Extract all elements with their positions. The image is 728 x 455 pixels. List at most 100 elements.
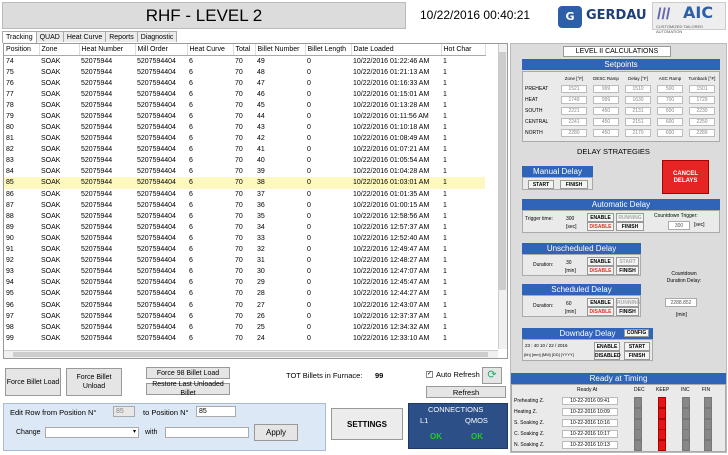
setpoint-value-field[interactable]: 2230 <box>689 107 715 115</box>
table-row[interactable]: 82 SOAK 52075944 5207594404 6 70 41 0 10/22/2016… <box>4 144 485 155</box>
cancel-delays-button[interactable]: CANCEL DELAYS <box>662 160 709 194</box>
table-row[interactable]: 95 SOAK 52075944 5207594404 6 70 28 0 10/22/2016… <box>4 288 485 299</box>
setpoint-value-field[interactable]: 2151 <box>625 118 651 126</box>
setpoint-value-field[interactable]: 1749 <box>561 96 587 104</box>
automatic-delay-enable-button[interactable]: ENABLE <box>587 213 614 222</box>
setpoint-value-field[interactable]: 2241 <box>561 118 587 126</box>
table-horizontal-scroll-thumb[interactable] <box>13 352 488 357</box>
setpoint-value-field[interactable]: 1510 <box>625 85 651 93</box>
setpoint-value-field[interactable]: 1521 <box>561 85 587 93</box>
setpoint-value-field[interactable]: 1630 <box>625 96 651 104</box>
setpoint-value-field[interactable]: 500 <box>657 85 683 93</box>
setpoint-value-field[interactable]: 700 <box>657 96 683 104</box>
force-98-billet-load-button[interactable]: Force 98 Billet Load <box>146 367 230 379</box>
setpoint-value-field[interactable]: 450 <box>593 129 619 137</box>
unscheduled-delay-enable-button[interactable]: ENABLE <box>587 257 614 266</box>
manual-delay-start-button[interactable]: START <box>528 180 554 189</box>
column-header[interactable]: Billet Length <box>305 44 352 56</box>
setpoint-value-field[interactable]: 600 <box>657 118 683 126</box>
table-cell: SOAK <box>41 334 61 342</box>
downday-finish-button[interactable]: FINISH <box>624 351 650 360</box>
setpoint-value-field[interactable]: 999 <box>593 85 619 93</box>
downday-config-button[interactable]: CONFIG <box>624 329 649 337</box>
setpoint-value-field[interactable]: 2280 <box>561 129 587 137</box>
table-row[interactable]: 85 SOAK 52075944 5207594404 6 70 38 0 10/22/2016… <box>4 177 485 189</box>
change-field-select[interactable]: ▾ <box>45 427 139 438</box>
scheduled-delay-enable-button[interactable]: ENABLE <box>587 298 614 307</box>
apply-button[interactable]: Apply <box>254 424 298 441</box>
unscheduled-delay-start-button[interactable]: START <box>616 257 639 266</box>
column-header[interactable]: Heat Number <box>79 44 136 56</box>
table-row[interactable]: 89 SOAK 52075944 5207594404 6 70 34 0 10/22/2016… <box>4 222 485 233</box>
table-row[interactable]: 96 SOAK 52075944 5207594404 6 70 27 0 10/22/2016… <box>4 299 485 310</box>
table-row[interactable]: 92 SOAK 52075944 5207594404 6 70 31 0 10/22/2016… <box>4 255 485 266</box>
table-vertical-scroll-thumb[interactable] <box>499 52 506 290</box>
restore-last-unloaded-billet-button[interactable]: Restore Last Unloaded Billet <box>146 381 230 397</box>
table-row[interactable]: 94 SOAK 52075944 5207594404 6 70 29 0 10/22/2016… <box>4 277 485 288</box>
setpoint-value-field[interactable]: 600 <box>657 129 683 137</box>
column-header[interactable]: Position <box>4 44 40 56</box>
downday-enable-button[interactable]: ENABLE <box>594 342 620 351</box>
setpoint-value-field[interactable]: 600 <box>657 107 683 115</box>
downday-start-button[interactable]: START <box>624 342 650 351</box>
setpoint-value-field[interactable]: 1501 <box>689 85 715 93</box>
setpoint-value-field[interactable]: 2131 <box>625 107 651 115</box>
refresh-button[interactable]: Refresh <box>426 386 506 398</box>
setpoint-value-field[interactable]: 2250 <box>689 118 715 126</box>
setpoint-value-field[interactable]: 450 <box>593 118 619 126</box>
table-row[interactable]: 74 SOAK 52075944 5207594404 6 70 49 0 10/22/2016… <box>4 55 485 67</box>
table-row[interactable]: 78 SOAK 52075944 5207594404 6 70 45 0 10/22/2016… <box>4 100 485 111</box>
force-billet-unload-button[interactable]: Force Billet Unload <box>66 368 122 396</box>
column-header[interactable]: Mill Order <box>135 44 188 56</box>
table-row[interactable]: 77 SOAK 52075944 5207594404 6 70 46 0 10/22/2016… <box>4 89 485 100</box>
table-row[interactable]: 90 SOAK 52075944 5207594404 6 70 33 0 10/22/2016… <box>4 233 485 244</box>
table-row[interactable]: 99 SOAK 52075944 5207594404 6 70 24 0 10/22/2016… <box>4 333 485 344</box>
table-row[interactable]: 75 SOAK 52075944 5207594404 6 70 48 0 10/22/2016… <box>4 67 485 78</box>
table-row[interactable]: 84 SOAK 52075944 5207594404 6 70 39 0 10/22/2016… <box>4 166 485 177</box>
table-row[interactable]: 81 SOAK 52075944 5207594404 6 70 42 0 10/22/2016… <box>4 133 485 144</box>
table-row[interactable]: 80 SOAK 52075944 5207594404 6 70 43 0 10/22/2016… <box>4 122 485 133</box>
column-header[interactable]: Total <box>233 44 256 56</box>
setpoint-value-field[interactable]: 2170 <box>625 129 651 137</box>
tab-quad[interactable]: QUAD <box>35 31 64 42</box>
tab-tracking[interactable]: Tracking <box>2 31 37 43</box>
edit-to-position-input[interactable]: 85 <box>196 406 236 417</box>
column-header[interactable]: Hot Char <box>441 44 486 56</box>
downday-datetime-input[interactable]: 23 : 40 10 / 22 / 2016 <box>525 343 568 348</box>
unscheduled-delay-disable-button[interactable]: DISABLE <box>587 266 614 275</box>
automatic-delay-finish-button[interactable]: FINISH <box>616 222 644 231</box>
automatic-delay-disable-button[interactable]: DISABLE <box>587 222 614 231</box>
table-row[interactable]: 97 SOAK 52075944 5207594404 6 70 26 0 10/22/2016… <box>4 311 485 322</box>
unscheduled-delay-finish-button[interactable]: FINISH <box>616 266 639 275</box>
tab-heat-curve[interactable]: Heat Curve <box>62 31 107 42</box>
table-row[interactable]: 83 SOAK 52075944 5207594404 6 70 40 0 10/22/2016… <box>4 155 485 166</box>
tab-diagnostic[interactable]: Diagnostic <box>136 31 178 42</box>
setpoint-value-field[interactable]: 2289 <box>689 129 715 137</box>
table-row[interactable]: 93 SOAK 52075944 5207594404 6 70 30 0 10/22/2016… <box>4 266 485 277</box>
settings-button[interactable]: SETTINGS <box>331 408 403 440</box>
setpoint-value-field[interactable]: 999 <box>593 96 619 104</box>
table-row[interactable]: 79 SOAK 52075944 5207594404 6 70 44 0 10/22/2016… <box>4 111 485 122</box>
column-header[interactable]: Heat Curve <box>187 44 234 56</box>
column-header[interactable]: Billet Number <box>255 44 306 56</box>
table-row[interactable]: 88 SOAK 52075944 5207594404 6 70 35 0 10/22/2016… <box>4 211 485 222</box>
setpoint-value-field[interactable]: 1729 <box>689 96 715 104</box>
setpoint-value-field[interactable]: 450 <box>593 107 619 115</box>
with-value-input[interactable] <box>165 427 249 438</box>
scheduled-delay-finish-button[interactable]: FINISH <box>616 307 639 316</box>
table-row[interactable]: 87 SOAK 52075944 5207594404 6 70 36 0 10/22/2016… <box>4 200 485 211</box>
force-billet-load-button[interactable]: Force Billet Load <box>5 368 61 396</box>
edit-from-position-input[interactable]: 85 <box>113 406 135 417</box>
column-header[interactable]: Zone <box>39 44 80 56</box>
scheduled-delay-disable-button[interactable]: DISABLE <box>587 307 614 316</box>
table-row[interactable]: 76 SOAK 52075944 5207594404 6 70 47 0 10/22/2016… <box>4 78 485 89</box>
table-row[interactable]: 98 SOAK 52075944 5207594404 6 70 25 0 10/22/2016… <box>4 322 485 333</box>
setpoint-value-field[interactable]: 2221 <box>561 107 587 115</box>
table-row[interactable]: 86 SOAK 52075944 5207594404 6 70 37 0 10/22/2016… <box>4 189 485 200</box>
tab-reports[interactable]: Reports <box>105 31 138 42</box>
table-row[interactable]: 91 SOAK 52075944 5207594404 6 70 32 0 10/22/2016… <box>4 244 485 255</box>
column-header[interactable]: Date Loaded <box>351 44 442 56</box>
refresh-icon[interactable]: ⟳ <box>482 367 502 384</box>
manual-delay-finish-button[interactable]: FINISH <box>560 180 588 189</box>
auto-refresh-checkbox[interactable]: ✓ <box>426 371 433 378</box>
